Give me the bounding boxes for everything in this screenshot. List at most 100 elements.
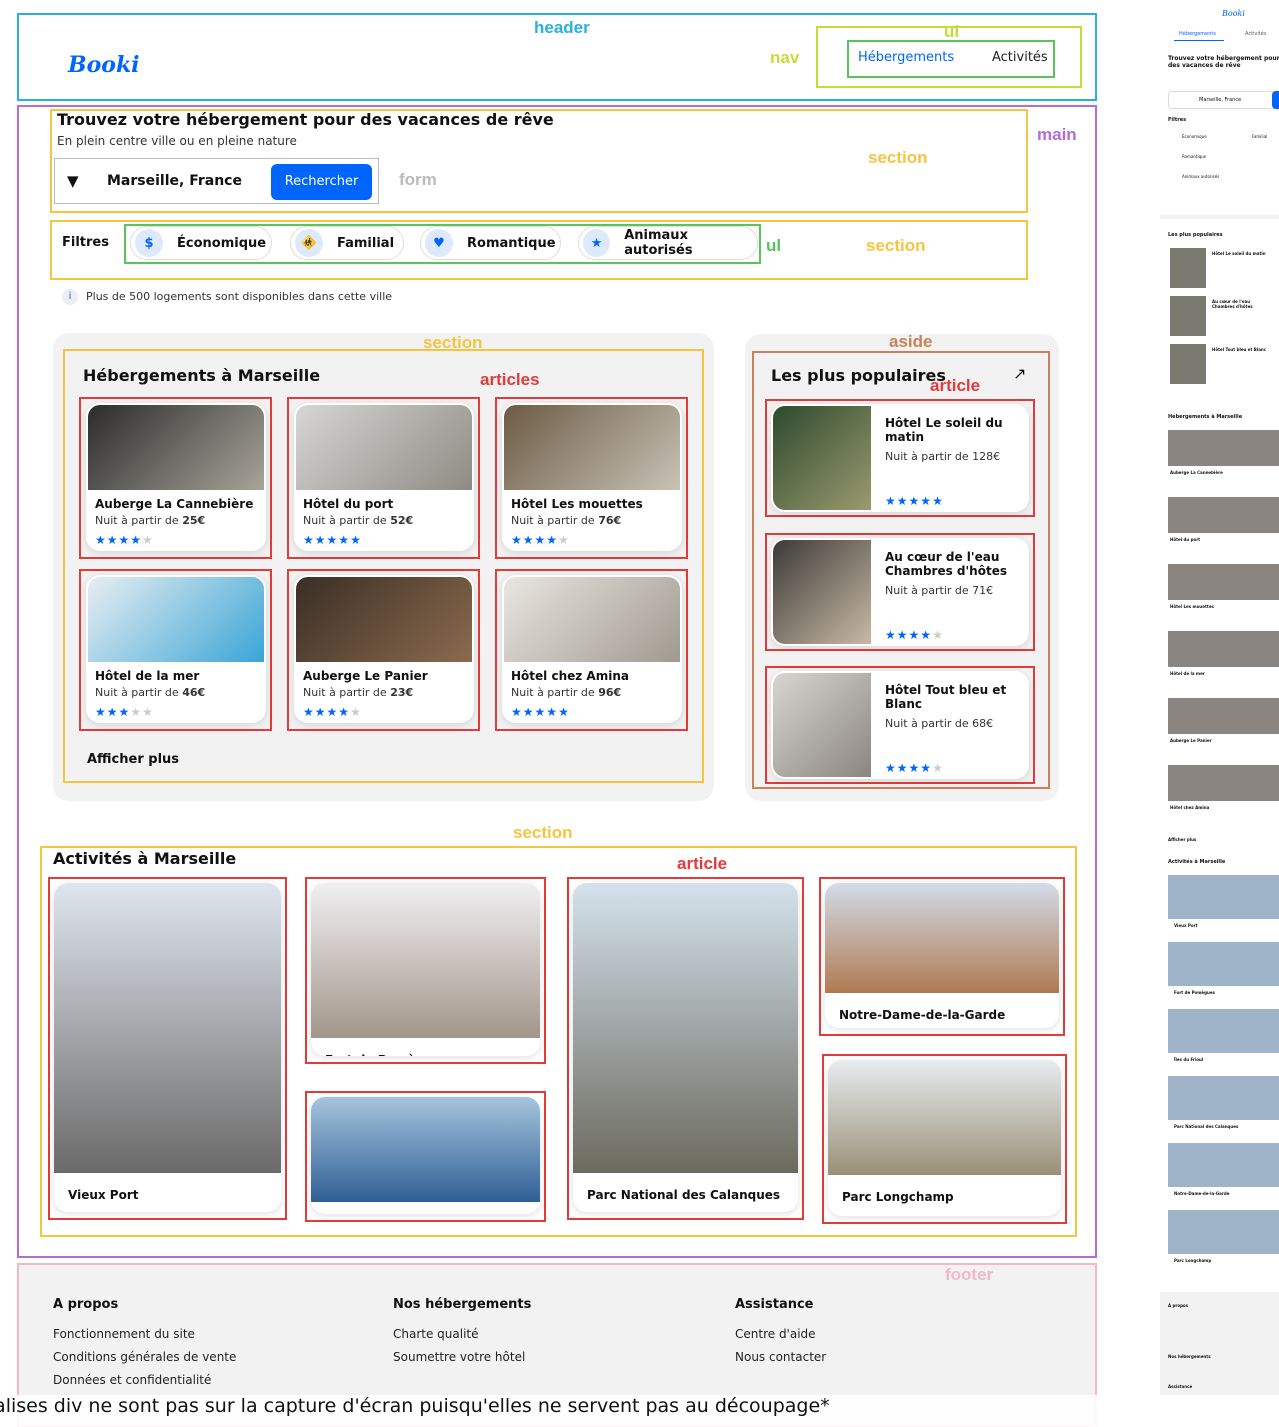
hero-subtitle: En plein centre ville ou en pleine natur… — [57, 134, 297, 148]
nav-link-hebergements[interactable]: Hébergements — [858, 50, 954, 65]
mobile-heb-image — [1168, 631, 1279, 667]
star-icon: ★ — [558, 705, 570, 719]
trend-chart-icon[interactable]: ↗ — [1013, 364, 1026, 383]
afficher-plus-button[interactable]: Afficher plus — [87, 752, 179, 767]
filter-familial[interactable]: 🚸 Familial — [290, 226, 404, 260]
footer-link[interactable]: Centre d'aide — [735, 1327, 816, 1341]
hebergement-name: Hôtel Les mouettes — [511, 497, 643, 511]
star-icon: ★ — [511, 533, 523, 547]
mobile-filter-3: Animaux autorisés — [1182, 174, 1220, 179]
search-input[interactable]: Marseille, France — [107, 173, 242, 189]
star-icon: ★ — [303, 705, 315, 719]
mobile-heb-name: Hôtel du port — [1170, 537, 1201, 542]
activite-image — [54, 883, 281, 1173]
star-icon: ★ — [546, 533, 559, 547]
mobile-heb-title: Hébergements à Marseille — [1168, 414, 1243, 420]
star-icon: ★ — [932, 761, 944, 775]
mobile-pop-name: Hôtel Tout bleu et Blanc — [1212, 347, 1267, 352]
star-icon: ★ — [885, 761, 897, 775]
activite-card[interactable]: Notre-Dame-de-la-Garde — [825, 883, 1059, 1028]
star-icon: ★ — [118, 705, 131, 719]
hebergement-card[interactable]: Hôtel chez Amina Nuit à partir de 96€ ★★★★… — [502, 575, 682, 723]
star-icon: ★ — [896, 761, 909, 775]
star-icon: ★ — [130, 705, 143, 719]
hebergement-image — [296, 405, 472, 490]
star-icon: ★ — [511, 705, 523, 719]
populaire-card[interactable]: Hôtel Le soleil du matin Nuit à partir de… — [771, 404, 1029, 512]
activite-name: Parc National des Calanques — [587, 1188, 781, 1202]
rating: ★★★★★ — [511, 529, 570, 548]
mobile-act-image — [1168, 1009, 1279, 1053]
footer-link[interactable]: Conditions générales de vente — [53, 1350, 236, 1364]
activite-name: Fort de Pomègues — [325, 1053, 448, 1056]
footer-link[interactable]: Soumettre votre hôtel — [393, 1350, 525, 1364]
hebergement-card[interactable]: Auberge Le Panier Nuit à partir de 23€ ★★★… — [294, 575, 474, 723]
hebergement-name: Auberge La Cannebière — [95, 497, 254, 511]
mobile-footer-0: A propos — [1168, 1303, 1189, 1308]
rating: ★★★★★ — [511, 701, 570, 720]
annotation-section-hebergements: section — [423, 333, 483, 352]
footer-title: Nos hébergements — [393, 1297, 532, 1312]
star-icon: ★ — [142, 705, 154, 719]
activite-card[interactable]: Parc National des Calanques — [573, 883, 798, 1212]
dog-icon: ★ — [583, 229, 611, 257]
footer-link[interactable]: Données et confidentialité — [53, 1373, 211, 1387]
hebergement-name: Hôtel du port — [303, 497, 394, 511]
rating-stars: ★★★★★ — [303, 705, 362, 719]
populaire-card[interactable]: Hôtel Tout bleu et Blanc Nuit à partir de… — [771, 671, 1029, 779]
annotation-section-activites: section — [513, 823, 573, 842]
star-icon: ★ — [920, 761, 933, 775]
hero-title: Trouvez votre hébergement pour des vacan… — [57, 110, 554, 129]
footer-title: A propos — [53, 1297, 119, 1312]
filter-animaux[interactable]: ★ Animaux autorisés — [578, 226, 758, 260]
logo[interactable]: Booki — [68, 52, 140, 78]
populaire-image — [773, 673, 871, 777]
mobile-heb-image — [1168, 564, 1279, 600]
rating-stars: ★★★★★ — [95, 533, 154, 547]
activite-image — [825, 883, 1059, 993]
annotation-articles: articles — [480, 370, 540, 389]
activite-card[interactable]: Vieux Port — [54, 883, 281, 1212]
nav-link-activites[interactable]: Activités — [992, 50, 1048, 65]
annotation-form: form — [399, 170, 437, 189]
annotation-ul-filters: ul — [766, 236, 782, 255]
activite-card[interactable]: Îles du Frioul — [311, 1097, 540, 1214]
rating-stars: ★★★★★ — [885, 761, 944, 775]
hebergement-card[interactable]: Auberge La Cannebière Nuit à partir de 25… — [86, 403, 266, 551]
star-icon: ★ — [106, 705, 119, 719]
mobile-search-btn — [1272, 91, 1279, 109]
star-icon: ★ — [338, 533, 351, 547]
rating-stars: ★★★★★ — [511, 533, 570, 547]
hebergement-card[interactable]: Hôtel Les mouettes Nuit à partir de 76€ ★★… — [502, 403, 682, 551]
filter-romantique[interactable]: ♥ Romantique — [420, 226, 561, 260]
mobile-act-name: Fort de Pomègues — [1174, 990, 1215, 995]
rating: ★★★★★ — [303, 701, 362, 720]
hebergement-card[interactable]: Hôtel du port Nuit à partir de 52€ ★★★★★ — [294, 403, 474, 551]
activite-card[interactable]: Parc Longchamp — [828, 1060, 1061, 1216]
rating: ★★★★★ — [95, 529, 154, 548]
populaire-card[interactable]: Au cœur de l'eau Chambres d'hôtes Nuit à … — [771, 538, 1029, 646]
annotation-nav: nav — [770, 48, 800, 67]
mobile-pop-name: Hôtel Le soleil du matin — [1212, 251, 1266, 256]
mobile-heb-name: Hôtel chez Amina — [1170, 805, 1210, 810]
mobile-nav-activites: Activités — [1245, 31, 1267, 37]
star-icon: ★ — [314, 533, 327, 547]
filter-economique[interactable]: $ Économique — [130, 226, 272, 260]
hebergement-name: Auberge Le Panier — [303, 669, 428, 683]
populaire-name: Hôtel Le soleil du matin — [885, 416, 1003, 444]
mobile-filter-1: Familial — [1252, 134, 1268, 139]
hebergement-card[interactable]: Hôtel de la mer Nuit à partir de 46€ ★★★★★ — [86, 575, 266, 723]
footer-link[interactable]: Charte qualité — [393, 1327, 479, 1341]
mobile-popular-title: Les plus populaires — [1168, 232, 1223, 238]
activite-image — [311, 1097, 540, 1202]
activite-name: Notre-Dame-de-la-Garde — [839, 1008, 1006, 1022]
activite-card[interactable]: Fort de Pomègues — [311, 883, 540, 1056]
populaire-price: Nuit à partir de 71€ — [885, 584, 994, 597]
footer-link[interactable]: Fonctionnement du site — [53, 1327, 195, 1341]
footer-link[interactable]: Nous contacter — [735, 1350, 826, 1364]
mobile-heb-name: Hôtel Les mouettes — [1170, 604, 1214, 609]
star-icon: ★ — [534, 705, 547, 719]
hebergement-price: Nuit à partir de 46€ — [95, 686, 206, 699]
mobile-heb-name: Hôtel de la mer — [1170, 671, 1205, 676]
search-button[interactable]: Rechercher — [271, 164, 372, 200]
